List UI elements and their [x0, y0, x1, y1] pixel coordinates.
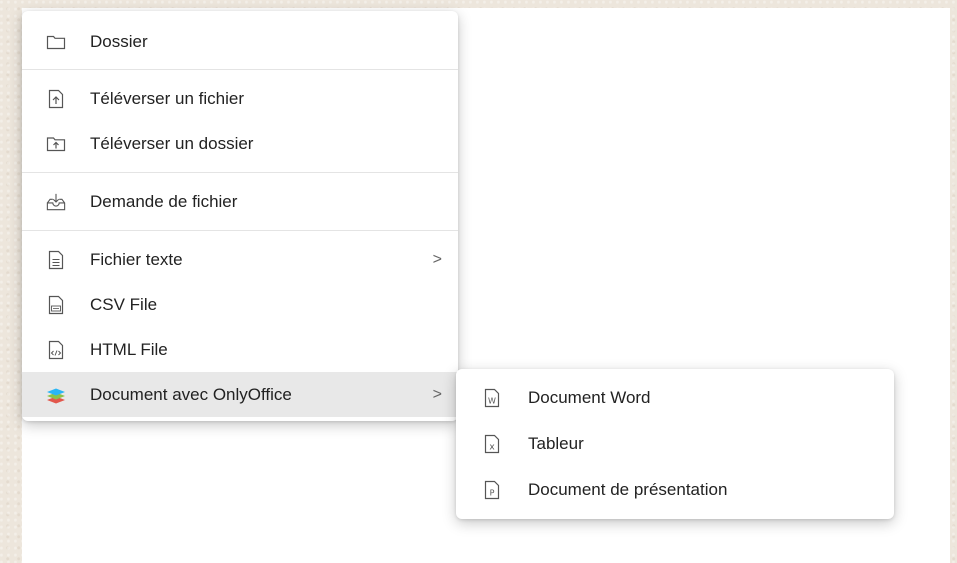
text-file-icon [46, 250, 66, 270]
menu-item-onlyoffice[interactable]: Document avec OnlyOffice > [22, 372, 458, 417]
menu-item-label: Document avec OnlyOffice [90, 384, 292, 404]
submenu-item-word-document[interactable]: W Document Word [456, 375, 894, 421]
csv-file-icon [46, 295, 66, 315]
menu-item-label: Demande de fichier [90, 191, 238, 211]
menu-item-label: CSV File [90, 294, 158, 314]
divider [22, 230, 458, 231]
html-file-icon [46, 340, 66, 360]
menu-item-label: Dossier [90, 32, 148, 51]
submenu-item-label: Document de présentation [528, 480, 728, 499]
chevron-right-icon: > [432, 250, 442, 268]
word-document-icon: W [482, 388, 502, 408]
svg-text:W: W [488, 397, 496, 406]
menu-item-upload-folder[interactable]: Téléverser un dossier [22, 121, 458, 166]
onlyoffice-submenu: W Document Word x Tableur P Document de … [456, 369, 894, 519]
new-item-menu: Dossier Téléverser un fichier Téléverser… [22, 11, 458, 421]
svg-text:x: x [489, 443, 495, 453]
spreadsheet-icon: x [482, 434, 502, 454]
upload-folder-icon [46, 134, 66, 154]
divider [22, 172, 458, 173]
submenu-item-label: Tableur [528, 434, 584, 453]
file-request-icon [46, 192, 66, 212]
folder-icon [46, 32, 66, 52]
submenu-item-spreadsheet[interactable]: x Tableur [456, 421, 894, 467]
menu-item-file-request[interactable]: Demande de fichier [22, 179, 458, 224]
submenu-item-presentation[interactable]: P Document de présentation [456, 467, 894, 513]
presentation-icon: P [482, 480, 502, 500]
menu-item-label: Téléverser un fichier [90, 88, 245, 108]
onlyoffice-icon [46, 385, 66, 405]
chevron-right-icon: > [432, 385, 442, 403]
menu-item-text-file[interactable]: Fichier texte > [22, 237, 458, 282]
submenu-item-label: Document Word [528, 388, 651, 407]
upload-file-icon [46, 89, 66, 109]
divider [22, 69, 458, 70]
menu-item-html-file[interactable]: HTML File [22, 327, 458, 372]
menu-item-label: HTML File [90, 339, 168, 359]
menu-item-csv-file[interactable]: CSV File [22, 282, 458, 327]
menu-item-label: Téléverser un dossier [90, 133, 254, 153]
menu-item-folder[interactable]: Dossier [22, 21, 458, 63]
menu-item-upload-file[interactable]: Téléverser un fichier [22, 76, 458, 121]
svg-text:P: P [490, 489, 495, 498]
menu-item-label: Fichier texte [90, 249, 183, 269]
